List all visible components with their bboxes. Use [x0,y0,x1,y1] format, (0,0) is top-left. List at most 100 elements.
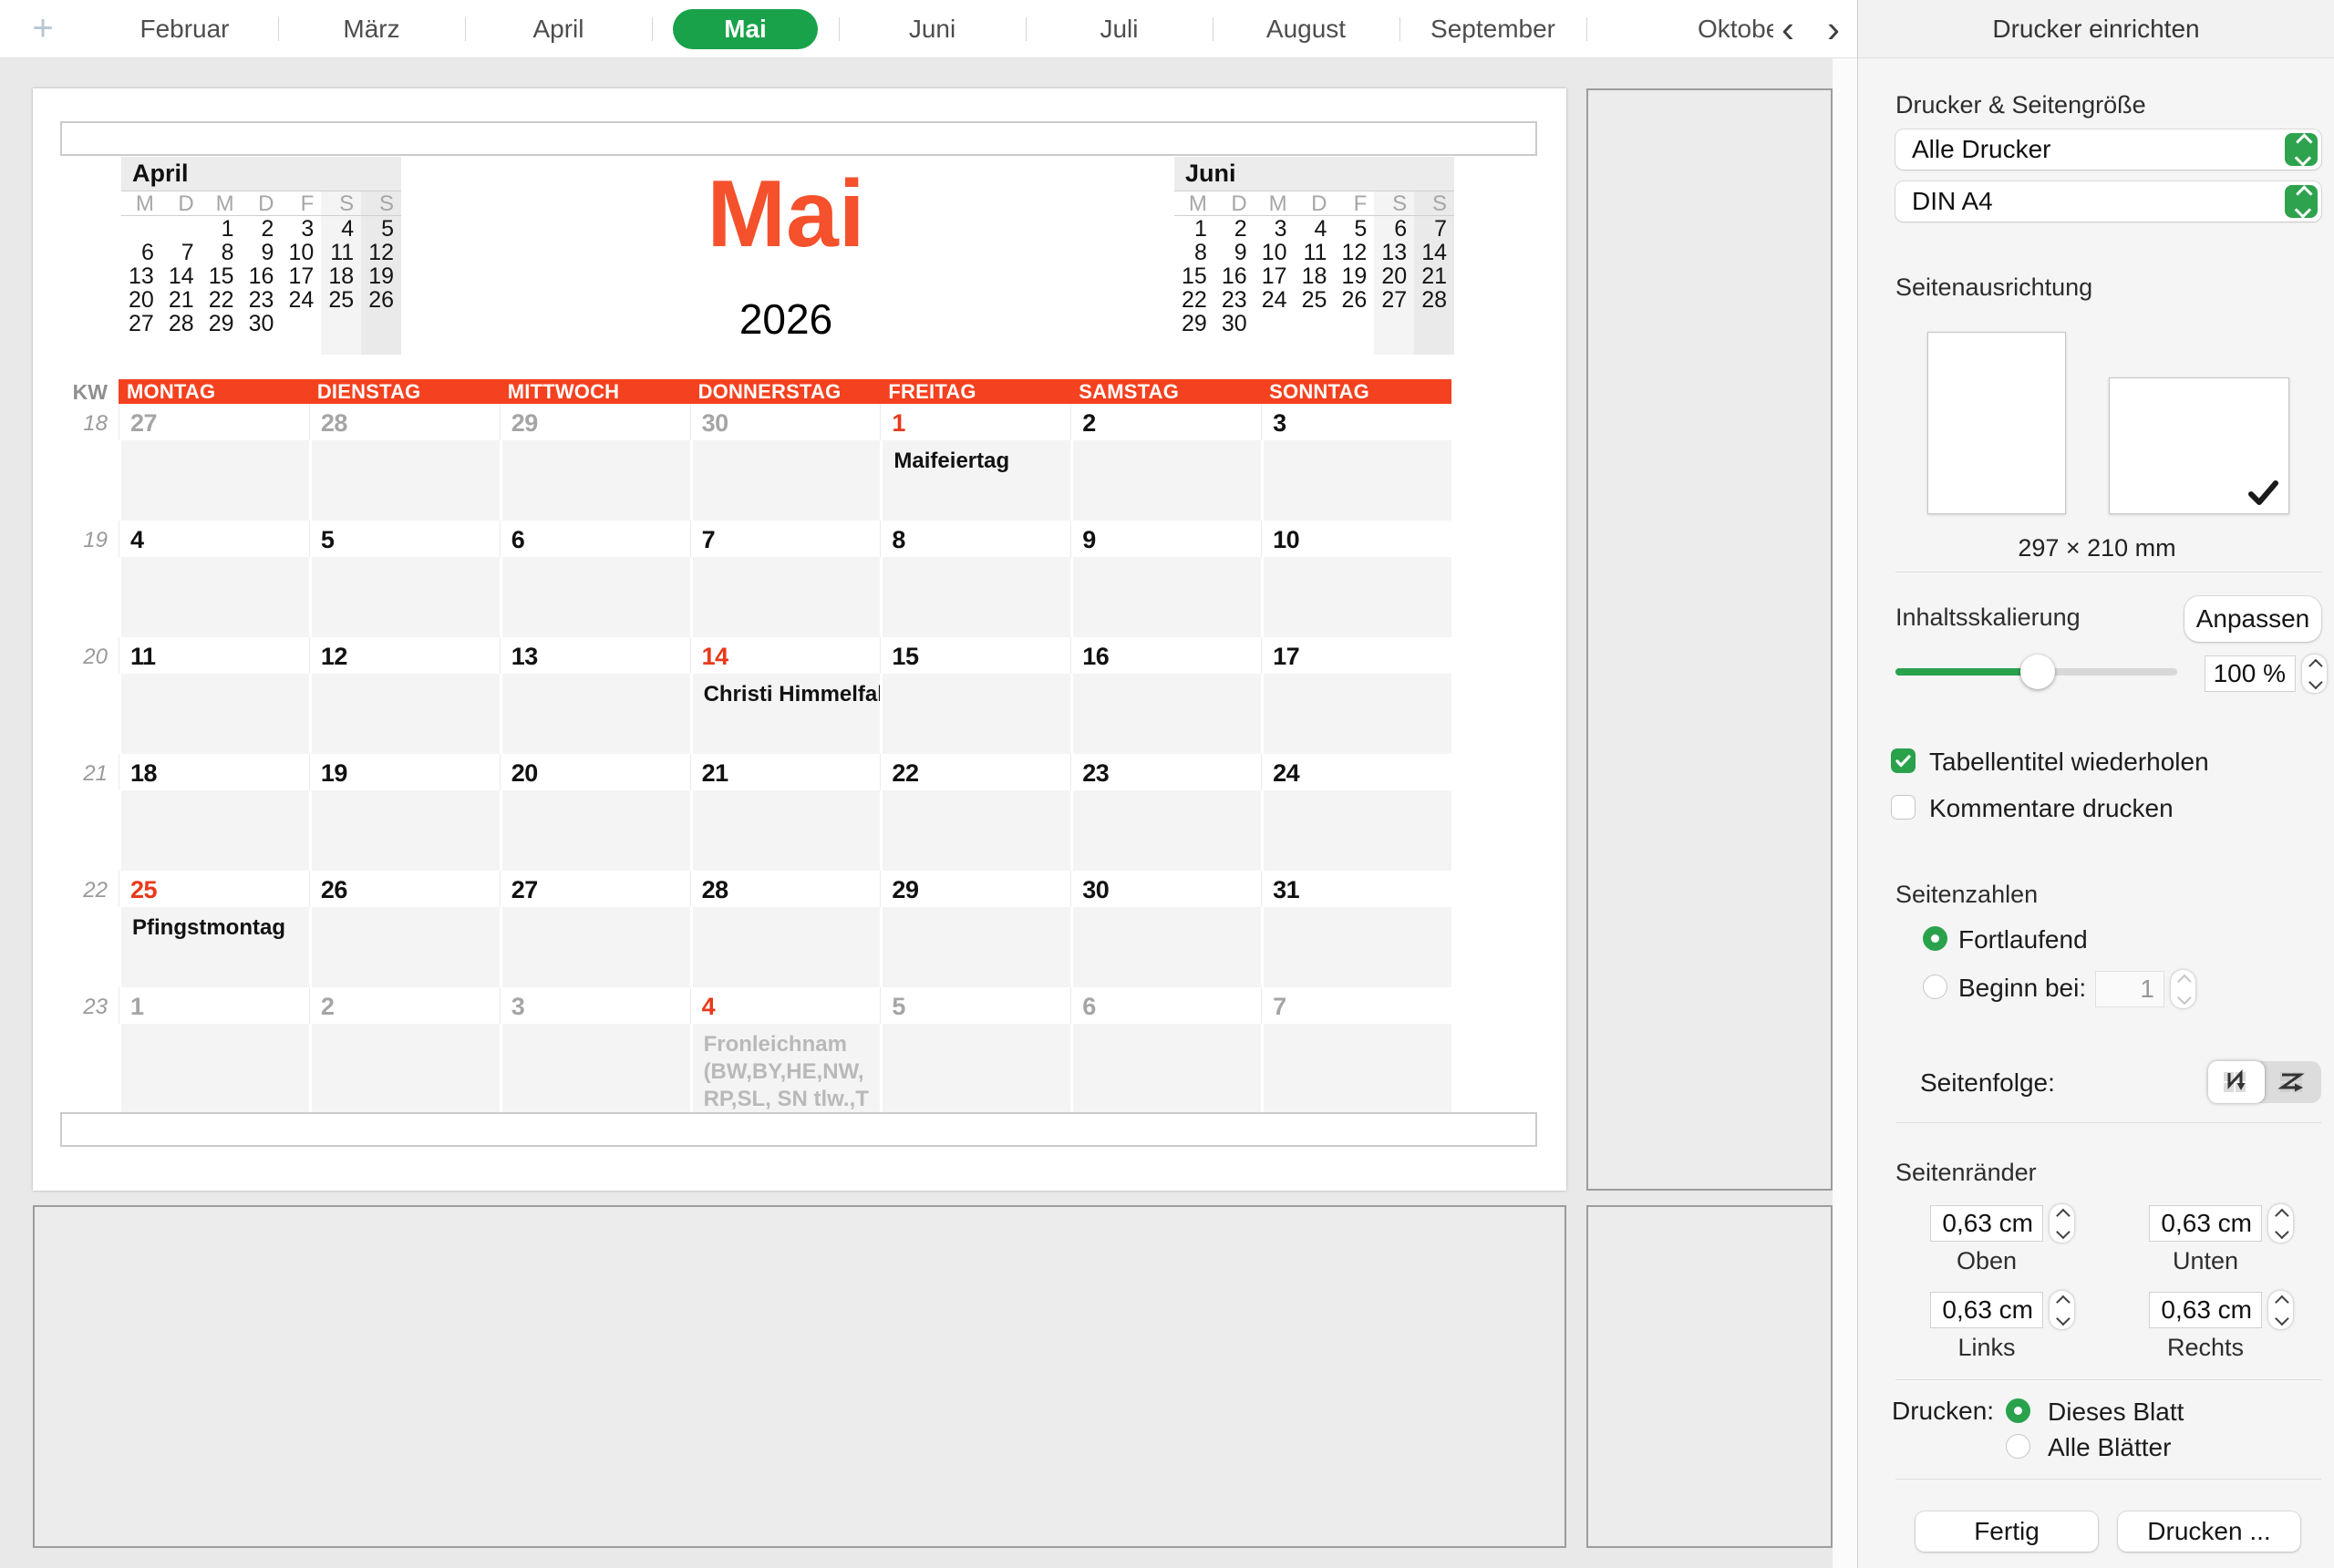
day-cell[interactable]: 30 [690,404,881,521]
page-header-textbox[interactable] [60,121,1537,156]
sheet-tab-märz[interactable]: März [278,0,465,58]
day-number: 27 [500,871,690,907]
day-cell[interactable]: 23 [1070,754,1261,871]
day-cell[interactable]: 27 [119,404,309,521]
sheet-tab-april[interactable]: April [465,0,652,58]
mini-day-cell: 23 [1214,287,1255,311]
mini-day-cell: 22 [1174,287,1214,311]
continuous-radio[interactable] [1923,926,1947,951]
day-cell[interactable]: 9 [1070,521,1261,637]
sheet-tab-juni[interactable]: Juni [839,0,1026,58]
day-event [119,674,309,754]
printer-select[interactable]: Alle Drucker [1895,129,2321,170]
day-cell[interactable]: 10 [1261,521,1451,637]
day-event: Christi Himmelfahrt [690,674,881,754]
day-event [500,790,690,871]
repeat-table-headers-checkbox[interactable] [1891,748,1916,773]
done-button[interactable]: Fertig [1916,1511,2098,1552]
begin-at-field[interactable]: 1 [2095,971,2164,1007]
print-button[interactable]: Drucken ... [2118,1511,2300,1552]
day-cell[interactable]: 7 [690,521,881,637]
day-cell[interactable]: 4 [119,521,309,637]
page-order-horizontal-button[interactable] [2265,1061,2321,1103]
scale-value-field[interactable]: 100 % [2205,655,2296,692]
day-cell[interactable]: 3 [1261,404,1451,521]
day-cell[interactable]: 24 [1261,754,1451,871]
orientation-landscape-option[interactable] [2109,377,2289,514]
begin-at-radio[interactable] [1923,975,1947,999]
tabs-scroll-right-icon[interactable]: › [1814,5,1853,53]
day-cell[interactable]: 5 [309,521,500,637]
mini-day-cell: 21 [161,287,201,311]
scale-slider-thumb[interactable] [2020,655,2055,689]
sheet-tab-oktober[interactable]: Oktober [1586,0,1773,58]
tabs-scroll-left-icon[interactable]: ‹ [1769,5,1807,53]
day-cell[interactable]: 30 [1070,871,1261,987]
mini-day-cell [281,311,321,335]
day-cell[interactable]: 8 [880,521,1070,637]
day-cell[interactable]: 15 [880,637,1070,754]
day-cell[interactable]: 2 [1070,404,1261,521]
day-cell[interactable]: 29 [500,404,690,521]
orientation-portrait-option[interactable] [1927,332,2066,514]
day-cell[interactable]: 28 [690,871,881,987]
day-event [1261,557,1451,637]
day-cell[interactable]: 20 [500,754,690,871]
day-event [690,557,881,637]
day-cell[interactable]: 12 [309,637,500,754]
day-cell[interactable]: 13 [500,637,690,754]
sheet-tab-juli[interactable]: Juli [1026,0,1213,58]
day-cell[interactable]: 1Maifeiertag [880,404,1070,521]
day-cell[interactable]: 26 [309,871,500,987]
sheet-tab-februar[interactable]: Februar [91,0,278,58]
mini-day-cell: 24 [281,287,321,311]
panel-title: Drucker einrichten [1857,0,2334,58]
day-cell[interactable]: 18 [119,754,309,871]
mini-day-cell: 6 [1374,216,1414,240]
margin-bottom-field[interactable]: 0,63 cm [2149,1205,2262,1242]
day-number: 18 [119,754,309,790]
mini-day-cell: 28 [161,311,201,335]
day-cell[interactable]: 28 [309,404,500,521]
mini-day-cell: 16 [242,263,282,287]
sheet-tab-september[interactable]: September [1399,0,1586,58]
day-cell[interactable]: 31 [1261,871,1451,987]
sheet-tab-label: April [532,15,584,44]
margin-right-stepper[interactable] [2268,1291,2293,1329]
sheet-tab-mai[interactable]: Mai [652,0,839,58]
paper-size-select[interactable]: DIN A4 [1895,181,2321,222]
sheet-tab-august[interactable]: August [1213,0,1399,58]
margin-right-field[interactable]: 0,63 cm [2149,1292,2262,1328]
day-cell[interactable]: 21 [690,754,881,871]
mini-day-cell: 3 [281,216,321,240]
print-comments-checkbox[interactable] [1891,795,1916,820]
day-cell[interactable]: 17 [1261,637,1451,754]
add-sheet-button[interactable]: + [22,7,64,49]
divider [1895,1379,2321,1380]
day-cell[interactable]: 25Pfingstmontag [119,871,309,987]
page-footer-textbox[interactable] [60,1112,1537,1147]
day-event [880,790,1070,871]
day-cell[interactable]: 29 [880,871,1070,987]
day-cell[interactable]: 19 [309,754,500,871]
margin-top-stepper[interactable] [2050,1204,2074,1243]
adjust-button[interactable]: Anpassen [2184,596,2321,642]
scale-stepper[interactable] [2302,655,2327,693]
print-this-sheet-radio[interactable] [2006,1398,2030,1423]
mini-day-cell: 25 [321,287,361,311]
print-all-sheets-radio[interactable] [2006,1434,2030,1459]
day-cell[interactable]: 14Christi Himmelfahrt [690,637,881,754]
day-cell[interactable]: 6 [500,521,690,637]
day-cell[interactable]: 11 [119,637,309,754]
mini-day-cell: 15 [1174,263,1214,287]
day-cell[interactable]: 22 [880,754,1070,871]
day-number: 7 [690,521,881,557]
margin-bottom-stepper[interactable] [2268,1204,2293,1243]
margin-top-field[interactable]: 0,63 cm [1930,1205,2043,1242]
day-cell[interactable]: 16 [1070,637,1261,754]
day-event [309,790,500,871]
margin-left-stepper[interactable] [2050,1291,2074,1329]
day-cell[interactable]: 27 [500,871,690,987]
page-order-vertical-button[interactable] [2208,1061,2265,1103]
margin-left-field[interactable]: 0,63 cm [1930,1292,2043,1328]
